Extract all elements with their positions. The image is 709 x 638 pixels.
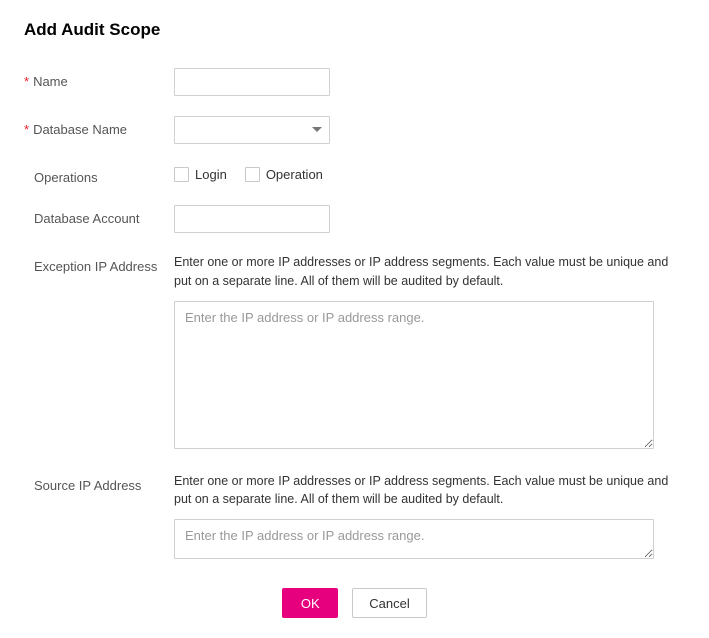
row-name: * Name [24,68,685,96]
source-ip-textarea[interactable] [174,519,654,559]
operations-checkbox-group: Login Operation [174,164,685,182]
checkbox-login-label: Login [195,167,227,182]
checkbox-icon [245,167,260,182]
source-ip-helper: Enter one or more IP addresses or IP add… [174,472,685,510]
exception-ip-helper: Enter one or more IP addresses or IP add… [174,253,685,291]
label-operations-text: Operations [34,170,98,185]
required-star-icon: * [24,122,29,137]
checkbox-icon [174,167,189,182]
label-database-name: * Database Name [24,116,174,137]
chevron-down-icon [305,127,329,133]
label-exception-ip-text: Exception IP Address [34,259,157,274]
label-database-account: Database Account [24,205,174,226]
cancel-button[interactable]: Cancel [352,588,426,618]
name-input[interactable] [174,68,330,96]
exception-ip-textarea[interactable] [174,301,654,449]
row-database-name: * Database Name [24,116,685,144]
label-source-ip-text: Source IP Address [34,478,141,493]
database-account-input[interactable] [174,205,330,233]
label-database-name-text: Database Name [33,122,127,137]
label-operations: Operations [24,164,174,185]
database-name-select[interactable] [174,116,330,144]
label-name-text: Name [33,74,68,89]
required-star-icon: * [24,74,29,89]
page-title: Add Audit Scope [24,20,685,40]
row-database-account: Database Account [24,205,685,233]
checkbox-operation[interactable]: Operation [245,167,323,182]
add-audit-scope-form: * Name * Database Name Operations [24,68,685,562]
label-exception-ip: Exception IP Address [24,253,174,274]
row-exception-ip: Exception IP Address Enter one or more I… [24,253,685,452]
ok-button[interactable]: OK [282,588,338,618]
dialog-buttons: OK Cancel [24,588,685,618]
checkbox-operation-label: Operation [266,167,323,182]
label-database-account-text: Database Account [34,211,140,226]
label-name: * Name [24,68,174,89]
checkbox-login[interactable]: Login [174,167,227,182]
row-source-ip: Source IP Address Enter one or more IP a… [24,472,685,563]
row-operations: Operations Login Operation [24,164,685,185]
label-source-ip: Source IP Address [24,472,174,493]
